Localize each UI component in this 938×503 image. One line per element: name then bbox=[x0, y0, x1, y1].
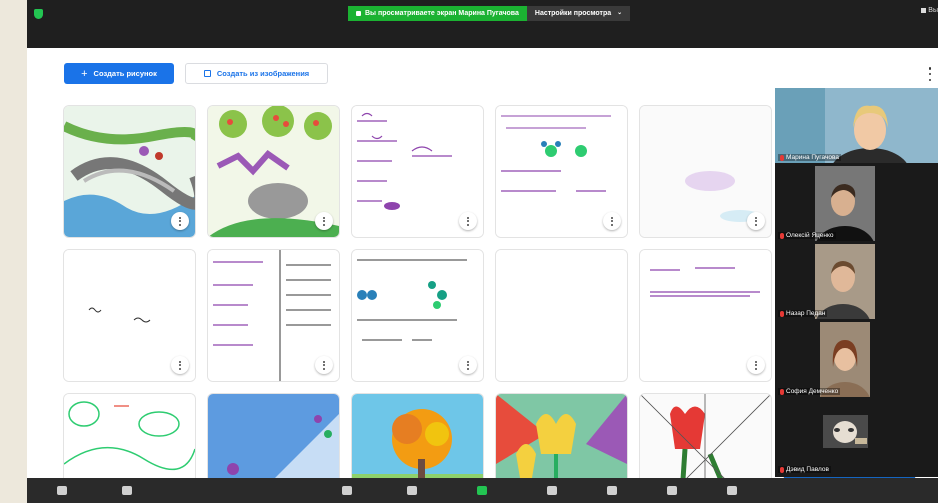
drawing-thumbnail[interactable] bbox=[64, 106, 195, 237]
more-options-icon[interactable] bbox=[747, 356, 765, 374]
muted-mic-icon bbox=[780, 466, 784, 473]
participant-name: Олексій Яценко bbox=[786, 232, 834, 239]
create-from-image-button[interactable]: Создать из изображения bbox=[185, 63, 328, 84]
more-icon[interactable] bbox=[727, 486, 737, 495]
more-options-icon[interactable] bbox=[459, 356, 477, 374]
participant-video[interactable]: Назар Педан bbox=[775, 244, 938, 319]
drawing-thumbnail[interactable] bbox=[208, 250, 339, 381]
view-settings-label: Настройки просмотра bbox=[534, 10, 612, 17]
meeting-control-bar bbox=[27, 478, 938, 503]
share-icon bbox=[356, 11, 361, 16]
participant-name: Марина Пугачова bbox=[786, 154, 839, 161]
record-icon[interactable] bbox=[607, 486, 617, 495]
meeting-top-bar: Вы просматриваете экран Марина Пугачова … bbox=[27, 0, 938, 48]
more-options-icon[interactable] bbox=[459, 212, 477, 230]
top-right-control[interactable]: Вы bbox=[921, 7, 938, 14]
participant-label: Марина Пугачова bbox=[778, 154, 841, 161]
participant-video[interactable]: Олексій Яценко bbox=[775, 166, 938, 241]
view-settings-button[interactable]: Настройки просмотра ⌄ bbox=[526, 6, 631, 21]
participant-label: София Демченко bbox=[778, 388, 841, 395]
participant-name: Назар Педан bbox=[786, 310, 826, 317]
create-from-image-label: Создать из изображения bbox=[216, 69, 310, 78]
participant-video[interactable]: Дэвид Павлов bbox=[775, 400, 938, 475]
plus-icon: + bbox=[81, 67, 88, 80]
drawing-thumbnail[interactable] bbox=[640, 250, 771, 381]
more-options-icon[interactable] bbox=[747, 212, 765, 230]
more-options-icon[interactable] bbox=[603, 212, 621, 230]
image-icon bbox=[203, 70, 211, 77]
more-options-icon[interactable] bbox=[928, 67, 932, 81]
more-options-icon[interactable] bbox=[171, 212, 189, 230]
muted-mic-icon bbox=[780, 154, 784, 161]
camera-icon[interactable] bbox=[122, 486, 132, 495]
participant-video[interactable]: София Демченко bbox=[775, 322, 938, 397]
muted-mic-icon bbox=[780, 388, 784, 395]
create-drawing-label: Создать рисунок bbox=[93, 69, 157, 78]
participant-label: Дэвид Павлов bbox=[778, 466, 831, 473]
drawing-thumbnail[interactable] bbox=[64, 250, 195, 381]
drawing-thumbnail[interactable] bbox=[208, 106, 339, 237]
more-options-icon[interactable] bbox=[315, 356, 333, 374]
drawing-thumbnail[interactable] bbox=[640, 106, 771, 237]
participant-avatar bbox=[775, 166, 938, 241]
drawing-thumbnail[interactable] bbox=[352, 106, 483, 237]
top-right-text: Вы bbox=[928, 7, 938, 14]
participant-name: Дэвид Павлов bbox=[786, 466, 829, 473]
security-shield-icon[interactable] bbox=[34, 9, 43, 19]
microphone-icon[interactable] bbox=[57, 486, 67, 495]
share-screen-icon[interactable] bbox=[477, 486, 487, 495]
security-icon[interactable] bbox=[342, 486, 352, 495]
more-options-icon[interactable] bbox=[171, 356, 189, 374]
reactions-icon[interactable] bbox=[667, 486, 677, 495]
drawing-thumbnail[interactable] bbox=[496, 250, 627, 381]
muted-mic-icon bbox=[780, 310, 784, 317]
participant-video[interactable]: Марина Пугачова bbox=[775, 88, 938, 163]
participant-name: София Демченко bbox=[786, 388, 839, 395]
participants-video-panel: Марина Пугачова Олексій Яценко Назар Пед… bbox=[775, 88, 938, 477]
participant-avatar bbox=[775, 322, 938, 397]
muted-mic-icon bbox=[780, 232, 784, 239]
participant-avatar bbox=[775, 400, 938, 475]
drawing-preview bbox=[496, 250, 627, 381]
participant-avatar bbox=[775, 244, 938, 319]
chevron-down-icon: ⌄ bbox=[617, 10, 623, 16]
chat-icon[interactable] bbox=[547, 486, 557, 495]
participants-icon[interactable] bbox=[407, 486, 417, 495]
participant-label: Олексій Яценко bbox=[778, 232, 836, 239]
viewing-screen-indicator: Вы просматриваете экран Марина Пугачова bbox=[348, 6, 527, 21]
view-icon bbox=[921, 8, 927, 13]
participant-label: Назар Педан bbox=[778, 310, 828, 317]
create-drawing-button[interactable]: + Создать рисунок bbox=[64, 63, 174, 84]
participant-avatar bbox=[775, 88, 938, 163]
drawing-thumbnail[interactable] bbox=[352, 250, 483, 381]
viewing-text: Вы просматриваете экран Марина Пугачова bbox=[365, 10, 519, 17]
drawing-thumbnail[interactable] bbox=[496, 106, 627, 237]
more-options-icon[interactable] bbox=[315, 212, 333, 230]
screen-share-banner: Вы просматриваете экран Марина Пугачова … bbox=[348, 6, 631, 21]
